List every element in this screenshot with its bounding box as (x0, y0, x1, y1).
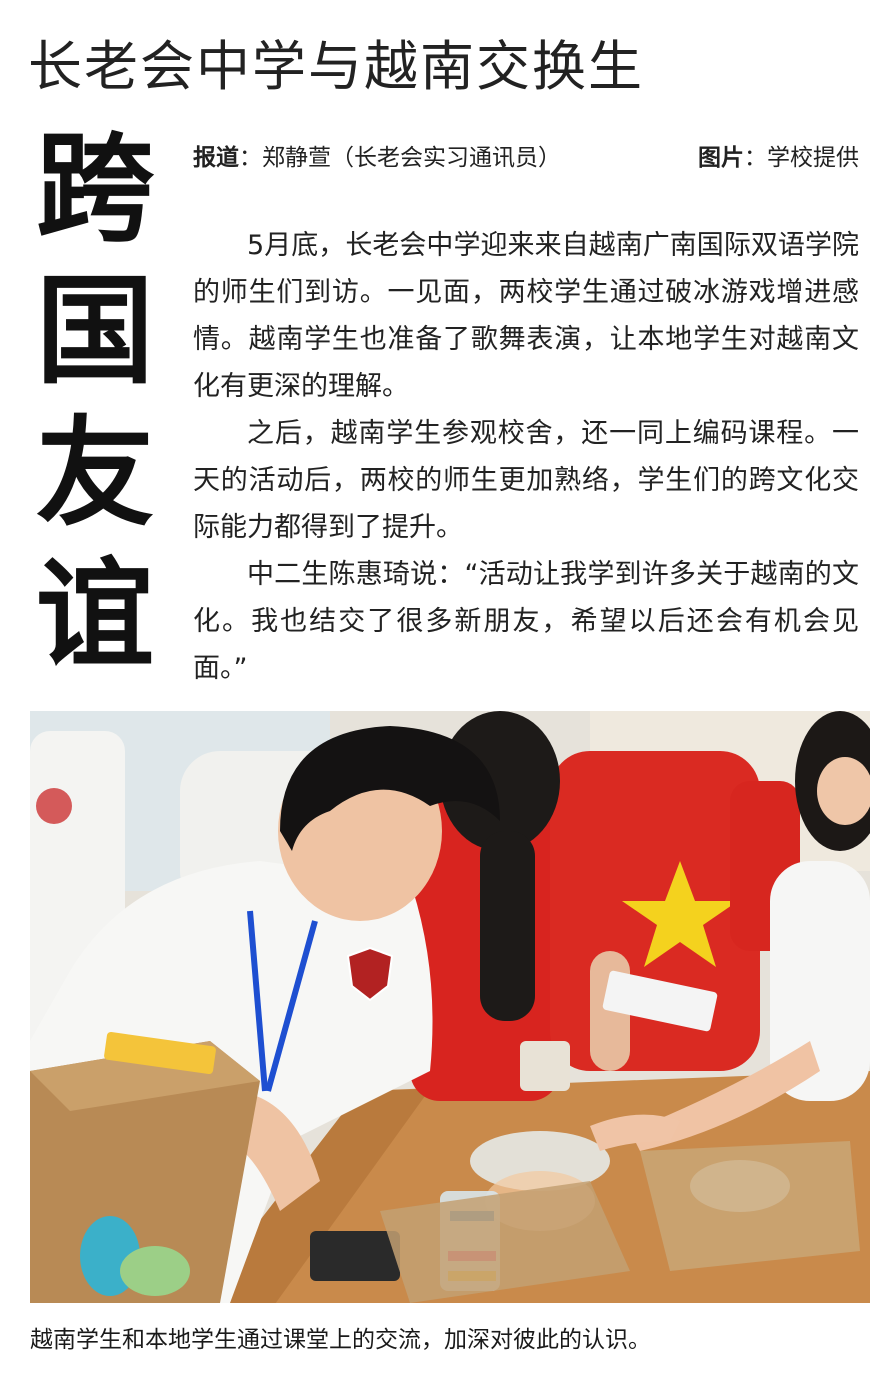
article-paragraph: 5月底，长老会中学迎来来自越南广南国际双语学院的师生们到访。一见面，两校学生通过… (193, 230, 859, 402)
photo-caption: 越南学生和本地学生通过课堂上的交流，加深对彼此的认识。 (30, 1327, 651, 1353)
reporter-name: ：郑静萱（长老会实习通讯员） (239, 145, 561, 171)
reporter-credit: 报道：郑静萱（长老会实习通讯员） (193, 138, 561, 172)
headline-char: 跨 (35, 120, 154, 258)
photo-credit: 图片：学校提供 (698, 138, 859, 172)
article-paragraph: 中二生陈惠琦说：“活动让我学到许多关于越南的文化。我也结交了很多新朋友，希望以后… (193, 559, 859, 684)
article-paragraph: 之后，越南学生参观校舍，还一同上编码课程。一天的活动后，两校的师生更加熟络，学生… (193, 418, 859, 543)
reporter-label: 报道 (193, 145, 239, 171)
byline: 报道：郑静萱（长老会实习通讯员） 图片：学校提供 (193, 138, 859, 172)
headline: 跨 国 友 谊 (30, 118, 160, 686)
headline-char: 谊 (35, 546, 154, 684)
photo-source: ：学校提供 (744, 145, 859, 171)
section-kicker: 长老会中学与越南交换生 (28, 35, 644, 98)
headline-char: 友 (35, 404, 154, 542)
photo-label: 图片 (698, 145, 744, 171)
article-photo (30, 711, 870, 1303)
article-body: 5月底，长老会中学迎来来自越南广南国际双语学院的师生们到访。一见面，两校学生通过… (193, 222, 859, 692)
headline-char: 国 (35, 262, 154, 400)
